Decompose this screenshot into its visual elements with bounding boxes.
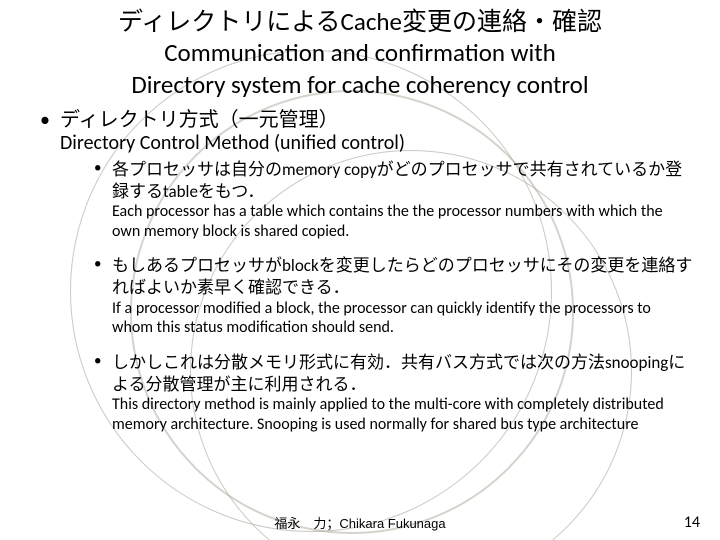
lvl1-item: ディレクトリ方式（一元管理） Directory Control Method … [32, 108, 694, 435]
bullet-level2: 各プロセッサは自分のmemory copyがどのプロセッサで共有されているか登録… [60, 159, 694, 435]
title-en-line2: Directory system for cache coherency con… [131, 69, 588, 100]
slide: ディレクトリによるCache変更の連絡・確認 Communication and… [0, 0, 720, 540]
lvl2-jp: しかしこれは分散メモリ形式に有効．共有バス方式では次の方法snoopingによる… [112, 352, 685, 395]
lvl2-jp: もしあるプロセッサがblockを変更したらどのプロセッサにその変更を連絡すればよ… [112, 255, 692, 298]
lvl1-jp: ディレクトリ方式（一元管理） [60, 108, 339, 132]
lvl2-item: しかしこれは分散メモリ形式に有効．共有バス方式では次の方法snoopingによる… [92, 352, 694, 435]
lvl2-en: Each processor has a table which contain… [112, 202, 694, 241]
bullet-level1: ディレクトリ方式（一元管理） Directory Control Method … [26, 108, 694, 435]
lvl2-item: もしあるプロセッサがblockを変更したらどのプロセッサにその変更を連絡すればよ… [92, 255, 694, 338]
slide-title: ディレクトリによるCache変更の連絡・確認 Communication and… [26, 6, 694, 100]
lvl2-en: If a processor modified a block, the pro… [112, 299, 694, 338]
footer-author: 福永 力；Chikara Fukunaga [0, 513, 720, 532]
lvl1-en: Directory Control Method (unified contro… [60, 131, 694, 155]
lvl2-en: This directory method is mainly applied … [112, 395, 694, 434]
lvl2-jp: 各プロセッサは自分のmemory copyがどのプロセッサで共有されているか登録… [112, 159, 682, 202]
title-en-line1: Communication and confirmation with [164, 37, 556, 68]
title-jp: ディレクトリによるCache変更の連絡・確認 [118, 6, 602, 37]
lvl2-item: 各プロセッサは自分のmemory copyがどのプロセッサで共有されているか登録… [92, 159, 694, 242]
page-number: 14 [684, 513, 700, 532]
